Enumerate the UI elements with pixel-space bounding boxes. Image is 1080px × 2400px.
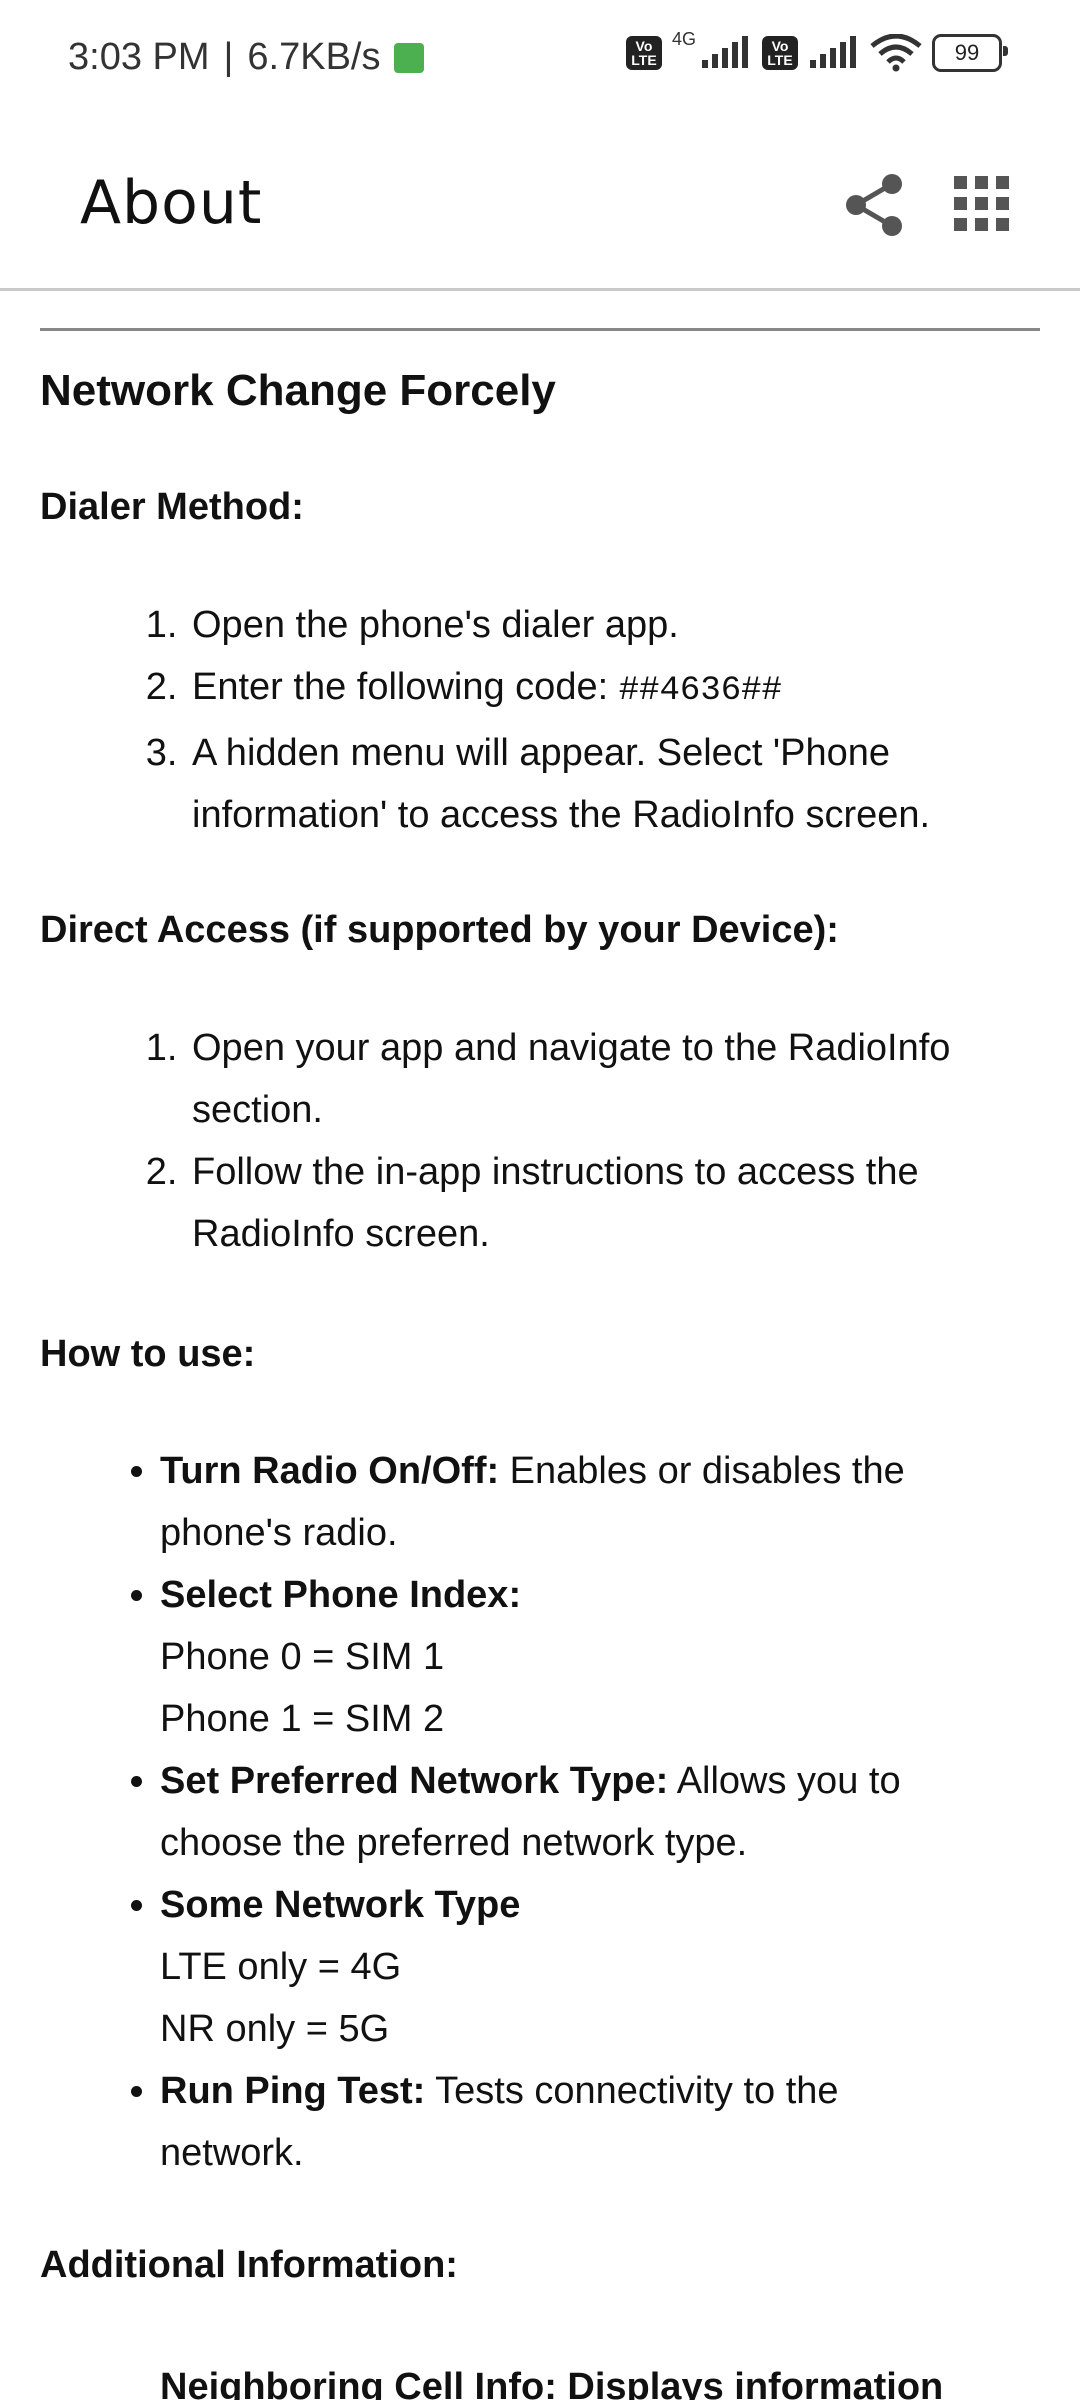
notification-app-icon	[394, 42, 425, 73]
dialer-method-heading: Dialer Method:	[40, 486, 304, 528]
direct-steps-list: Open your app and navigate to the RadioI…	[140, 1017, 950, 1265]
status-separator: |	[223, 36, 234, 78]
battery-icon: 99	[932, 34, 1008, 72]
status-bar: 3:03 PM | 6.7KB/s Vo LTE 4G Vo LTE 99	[0, 0, 1080, 118]
divider	[40, 328, 1040, 331]
how-to-use-heading: How to use:	[40, 1333, 256, 1375]
list-item: Turn Radio On/Off: Enables or disables t…	[160, 1440, 905, 1564]
list-item: Select Phone Index:Phone 0 = SIM 1Phone …	[160, 1564, 905, 1750]
volte-icon-sim2: Vo LTE	[762, 36, 798, 70]
list-item: Open the phone's dialer app.	[188, 594, 930, 656]
dialer-steps-list: Open the phone's dialer app. Enter the f…	[140, 594, 930, 846]
status-left: 3:03 PM | 6.7KB/s	[68, 36, 425, 79]
list-item: Run Ping Test: Tests connectivity to the…	[160, 2060, 905, 2184]
list-item: Follow the in-app instructions to access…	[188, 1141, 950, 1265]
list-item-partial: Neighboring Cell Info: Displays informat…	[160, 2366, 944, 2400]
dialer-code: ##4636##	[618, 672, 782, 710]
volte-icon: Vo LTE	[625, 36, 662, 70]
list-item: A hidden menu will appear. Select 'Phone…	[188, 722, 930, 846]
status-time: 3:03 PM	[68, 36, 210, 78]
signal-icon	[702, 36, 748, 68]
signal-icon-sim2	[810, 36, 856, 68]
network-type-label: 4G	[671, 28, 696, 49]
additional-info-heading: Additional Information:	[40, 2244, 458, 2286]
list-item: Some Network TypeLTE only = 4GNR only = …	[160, 1874, 905, 2060]
apps-grid-icon[interactable]	[952, 174, 1012, 234]
status-speed: 6.7KB/s	[247, 36, 381, 78]
status-right: Vo LTE 4G Vo LTE 99	[625, 29, 1008, 72]
list-item: Set Preferred Network Type: Allows you t…	[160, 1750, 905, 1874]
section-title: Network Change Forcely	[40, 366, 556, 415]
list-item: Open your app and navigate to the RadioI…	[188, 1017, 950, 1141]
page-title: About	[80, 168, 263, 238]
share-icon[interactable]	[840, 170, 910, 240]
list-item: Enter the following code: ##4636##	[188, 656, 930, 722]
app-header: About	[0, 118, 1080, 291]
wifi-icon	[870, 34, 922, 72]
how-to-use-list: Turn Radio On/Off: Enables or disables t…	[120, 1440, 905, 2184]
battery-level: 99	[954, 40, 980, 65]
direct-access-heading: Direct Access (if supported by your Devi…	[40, 909, 839, 951]
